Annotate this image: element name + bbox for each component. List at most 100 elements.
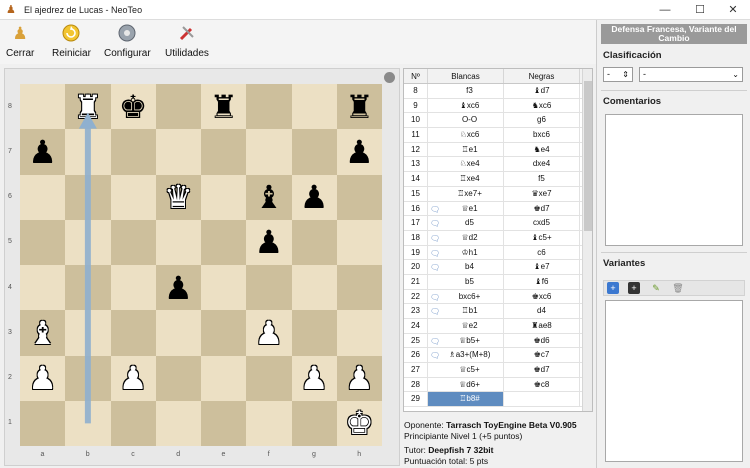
black-piece-icon[interactable]: ♜ bbox=[345, 91, 374, 123]
black-move[interactable]: ♞xc6 bbox=[504, 98, 580, 113]
white-piece-icon[interactable]: ♟ bbox=[28, 362, 57, 394]
square-d3[interactable] bbox=[155, 310, 201, 356]
square-b7[interactable] bbox=[65, 129, 111, 175]
black-piece-icon[interactable]: ♟ bbox=[300, 181, 329, 213]
delete-variant-icon[interactable]: 🗑 bbox=[672, 282, 684, 294]
square-a5[interactable] bbox=[20, 219, 66, 265]
black-move[interactable]: ♚d7 bbox=[504, 363, 580, 377]
square-g6[interactable]: ♟ bbox=[291, 174, 337, 220]
black-move[interactable]: ♝f6 bbox=[504, 274, 580, 289]
square-h3[interactable] bbox=[336, 310, 382, 356]
black-piece-icon[interactable]: ♜ bbox=[209, 91, 238, 123]
square-a1[interactable] bbox=[20, 400, 66, 446]
black-piece-icon[interactable]: ♝ bbox=[255, 181, 284, 213]
black-move[interactable]: ♞e4 bbox=[504, 142, 580, 157]
black-move[interactable] bbox=[504, 392, 580, 407]
move-row[interactable]: 27 ♕c5+ ♚d7 bbox=[404, 363, 592, 378]
square-c1[interactable] bbox=[110, 400, 156, 446]
black-move[interactable]: ♝d7 bbox=[504, 84, 580, 98]
square-b1[interactable] bbox=[65, 400, 111, 446]
square-a8[interactable] bbox=[20, 84, 66, 130]
square-h8[interactable]: ♜ bbox=[336, 84, 382, 130]
white-move[interactable]: ♖xe7+ bbox=[428, 186, 504, 201]
move-row[interactable]: 17 🗨 d5 cxd5 bbox=[404, 216, 592, 231]
square-c4[interactable] bbox=[110, 265, 156, 311]
white-piece-icon[interactable]: ♟ bbox=[345, 362, 374, 394]
move-row[interactable]: 28 ♕d6+ ♚c8 bbox=[404, 377, 592, 393]
move-row[interactable]: 25 🗨 ♕b5+ ♚d6 bbox=[404, 333, 592, 349]
move-row[interactable]: 26 🗨 ♗a3+(M+8) ♚c7 bbox=[404, 348, 592, 364]
black-move[interactable]: g6 bbox=[504, 113, 580, 128]
move-row[interactable]: 8 f3 ♝d7 bbox=[404, 84, 592, 99]
square-b5[interactable] bbox=[65, 219, 111, 265]
black-move[interactable]: ♜ae8 bbox=[504, 319, 580, 333]
square-h7[interactable]: ♟ bbox=[336, 129, 382, 175]
maximize-button[interactable]: ☐ bbox=[683, 0, 717, 20]
square-b4[interactable] bbox=[65, 265, 111, 311]
black-move[interactable]: ♛xe7 bbox=[504, 186, 580, 201]
black-piece-icon[interactable]: ♟ bbox=[345, 136, 374, 168]
square-f7[interactable] bbox=[246, 129, 292, 175]
white-move[interactable]: O-O bbox=[428, 113, 504, 128]
chess-board[interactable]: ♜ ♚ ♜ ♜ ♟ ♟ ♛ ♝ ♟ ♟ ♟ ♝ ♟ ♟ ♟ ♟ ♟ ♚ bbox=[20, 84, 382, 446]
insert-variant-icon[interactable]: + bbox=[628, 282, 640, 294]
square-d7[interactable] bbox=[155, 129, 201, 175]
add-variant-icon[interactable]: + bbox=[607, 282, 619, 294]
square-f2[interactable] bbox=[246, 355, 292, 401]
square-h1[interactable]: ♚ bbox=[336, 400, 382, 446]
white-move[interactable]: ♕d6+ bbox=[428, 377, 504, 392]
square-a7[interactable]: ♟ bbox=[20, 129, 66, 175]
move-row[interactable]: 29 ♖b8# bbox=[404, 392, 592, 408]
white-move[interactable]: 🗨 b4 bbox=[428, 260, 504, 274]
square-f4[interactable] bbox=[246, 265, 292, 311]
square-e3[interactable] bbox=[201, 310, 247, 356]
white-piece-icon[interactable]: ♚ bbox=[345, 407, 374, 439]
classification-select-1[interactable]: - ⇕ bbox=[603, 67, 633, 82]
white-move[interactable]: 🗨 ♕e1 bbox=[428, 201, 504, 216]
configure-button[interactable]: Configurar bbox=[104, 23, 151, 59]
square-e5[interactable] bbox=[201, 219, 247, 265]
move-row[interactable]: 14 ♖xe4 f5 bbox=[404, 172, 592, 187]
black-piece-icon[interactable]: ♟ bbox=[164, 272, 193, 304]
square-d8[interactable] bbox=[155, 84, 201, 130]
square-c6[interactable] bbox=[110, 174, 156, 220]
black-move[interactable]: ♚xc6 bbox=[504, 289, 580, 304]
move-row[interactable]: 15 ♖xe7+ ♛xe7 bbox=[404, 186, 592, 202]
white-move[interactable]: ♖e1 bbox=[428, 142, 504, 157]
classification-select-2[interactable]: - ⌄ bbox=[639, 67, 743, 82]
white-piece-icon[interactable]: ♜ bbox=[74, 91, 103, 123]
square-b2[interactable] bbox=[65, 355, 111, 401]
square-e7[interactable] bbox=[201, 129, 247, 175]
black-piece-icon[interactable]: ♟ bbox=[28, 136, 57, 168]
square-c2[interactable]: ♟ bbox=[110, 355, 156, 401]
move-list[interactable]: Nº Blancas Negras 8 f3 ♝d7 9 ♝xc6 ♞xc6 10 O-O g6… bbox=[403, 68, 593, 412]
black-move[interactable]: ♚d6 bbox=[504, 333, 580, 348]
black-move[interactable]: ♝c5+ bbox=[504, 230, 580, 245]
square-b3[interactable] bbox=[65, 310, 111, 356]
black-move[interactable]: c6 bbox=[504, 245, 580, 260]
black-piece-icon[interactable]: ♟ bbox=[255, 226, 284, 258]
white-piece-icon[interactable]: ♟ bbox=[119, 362, 148, 394]
move-row[interactable]: 11 ♘xc6 bxc6 bbox=[404, 128, 592, 143]
move-row[interactable]: 12 ♖e1 ♞e4 bbox=[404, 142, 592, 158]
square-f6[interactable]: ♝ bbox=[246, 174, 292, 220]
square-g1[interactable] bbox=[291, 400, 337, 446]
white-move[interactable]: b5 bbox=[428, 274, 504, 289]
square-c7[interactable] bbox=[110, 129, 156, 175]
scrollbar-thumb[interactable] bbox=[584, 81, 592, 231]
square-h2[interactable]: ♟ bbox=[336, 355, 382, 401]
white-piece-icon[interactable]: ♝ bbox=[28, 317, 57, 349]
black-move[interactable]: cxd5 bbox=[504, 216, 580, 230]
square-f5[interactable]: ♟ bbox=[246, 219, 292, 265]
square-g8[interactable] bbox=[291, 84, 337, 130]
white-move[interactable]: 🗨 ♖b1 bbox=[428, 304, 504, 318]
square-c3[interactable] bbox=[110, 310, 156, 356]
minimize-button[interactable]: — bbox=[648, 0, 682, 20]
variants-list[interactable] bbox=[605, 300, 743, 462]
move-row[interactable]: 9 ♝xc6 ♞xc6 bbox=[404, 98, 592, 114]
square-e2[interactable] bbox=[201, 355, 247, 401]
black-move[interactable]: ♚c8 bbox=[504, 377, 580, 392]
square-h5[interactable] bbox=[336, 219, 382, 265]
white-move[interactable]: ♝xc6 bbox=[428, 98, 504, 113]
white-move[interactable]: 🗨 ♔h1 bbox=[428, 245, 504, 260]
